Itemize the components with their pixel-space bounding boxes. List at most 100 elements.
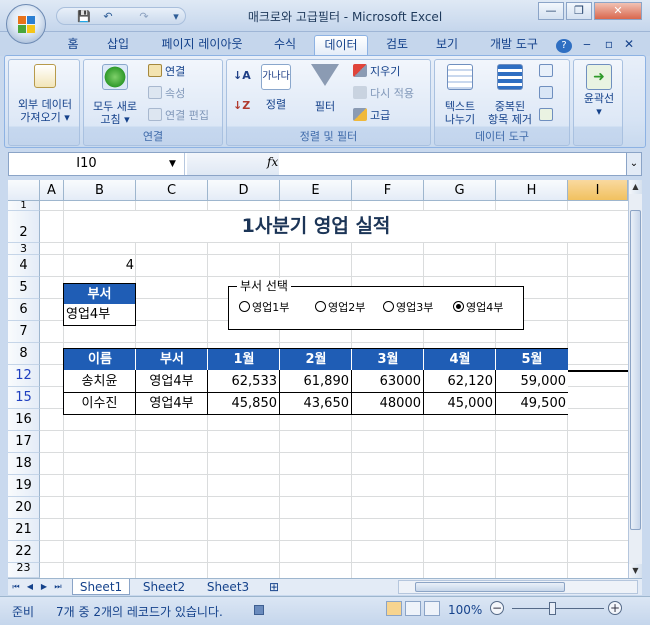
- get-external-data-button[interactable]: 외부 데이터 가져오기 ▾: [13, 64, 77, 124]
- row-header-12[interactable]: 12: [8, 365, 40, 387]
- prev-sheet-icon[interactable]: ◀: [24, 581, 36, 593]
- zoom-level[interactable]: 100%: [448, 603, 482, 617]
- window-minimize-button[interactable]: —: [538, 2, 564, 20]
- next-sheet-icon[interactable]: ▶: [38, 581, 50, 593]
- sort-descending-button[interactable]: ↓Z: [233, 98, 250, 114]
- outline-button[interactable]: ➜ 윤곽선 ▾: [576, 64, 622, 118]
- row-header-8[interactable]: 8: [8, 343, 40, 365]
- row-header-4[interactable]: 4: [8, 255, 40, 277]
- column-header-f[interactable]: F: [352, 180, 424, 201]
- ribbon-minimize-icon[interactable]: ‒: [580, 35, 594, 56]
- vertical-scrollbar[interactable]: ▲ ▼: [628, 180, 642, 578]
- page-break-view-icon[interactable]: [424, 601, 440, 616]
- option-dept-2[interactable]: 영업2부: [315, 301, 365, 315]
- sheet-tab-sheet1[interactable]: Sheet1: [72, 579, 130, 595]
- sheet-tab-sheet3[interactable]: Sheet3: [198, 579, 258, 595]
- tab-view[interactable]: 보기: [428, 35, 466, 56]
- row-header-16[interactable]: 16: [8, 409, 40, 431]
- column-header-b[interactable]: B: [64, 180, 136, 201]
- row-header-19[interactable]: 19: [8, 475, 40, 497]
- sheet-tab-sheet2[interactable]: Sheet2: [134, 579, 194, 595]
- ribbon-close-icon[interactable]: ✕: [622, 35, 636, 56]
- remove-duplicates-button[interactable]: 중복된 항목 제거: [485, 64, 535, 126]
- macro-record-icon[interactable]: [254, 605, 264, 615]
- office-button[interactable]: [6, 4, 46, 44]
- column-header-h[interactable]: H: [496, 180, 568, 201]
- row-header-20[interactable]: 20: [8, 497, 40, 519]
- tab-home[interactable]: 홈: [60, 35, 86, 56]
- redo-icon[interactable]: ↷: [137, 10, 151, 23]
- row-header-3[interactable]: 3: [8, 243, 40, 255]
- horizontal-scroll-thumb[interactable]: [415, 582, 565, 592]
- properties-button[interactable]: 속성: [148, 86, 185, 102]
- insert-sheet-icon[interactable]: ⊞: [262, 579, 286, 595]
- normal-view-icon[interactable]: [386, 601, 402, 616]
- column-header-e[interactable]: E: [280, 180, 352, 201]
- option-dept-3[interactable]: 영업3부: [383, 301, 433, 315]
- row-header-18[interactable]: 18: [8, 453, 40, 475]
- filter-button[interactable]: 필터: [305, 64, 345, 113]
- tab-insert[interactable]: 삽입: [98, 35, 138, 56]
- row-header-15[interactable]: 15: [8, 387, 40, 409]
- formula-input[interactable]: [283, 153, 633, 175]
- tab-formulas[interactable]: 수식: [266, 35, 304, 56]
- column-header-i[interactable]: I: [568, 180, 628, 201]
- reapply-button[interactable]: 다시 적용: [353, 86, 414, 102]
- scroll-up-icon[interactable]: ▲: [629, 180, 642, 194]
- ribbon-restore-icon[interactable]: ▫: [602, 35, 616, 56]
- connections-button[interactable]: 연결: [148, 64, 185, 80]
- worksheet-grid[interactable]: A B C D E F G H I 1 2 3 4 5 6 7 8 12 15 …: [8, 180, 628, 578]
- tab-page-layout[interactable]: 페이지 레이아웃: [150, 35, 254, 56]
- name-box[interactable]: I10: [9, 153, 185, 175]
- horizontal-scrollbar[interactable]: [398, 580, 638, 594]
- last-sheet-icon[interactable]: ⏭: [52, 581, 64, 593]
- undo-icon[interactable]: ↶: [101, 10, 115, 23]
- tab-data[interactable]: 데이터: [314, 35, 368, 56]
- row-header-2[interactable]: 2: [8, 211, 40, 243]
- column-header-a[interactable]: A: [40, 180, 64, 201]
- vertical-scroll-thumb[interactable]: [630, 210, 641, 530]
- expand-formula-bar-icon[interactable]: ⌄: [626, 152, 642, 176]
- option-dept-1[interactable]: 영업1부: [239, 301, 289, 315]
- name-box-dropdown-icon[interactable]: ▼: [169, 153, 183, 175]
- zoom-slider-track[interactable]: [512, 608, 604, 609]
- clear-filter-button[interactable]: 지우기: [353, 64, 400, 80]
- help-icon[interactable]: ?: [556, 39, 572, 53]
- column-header-d[interactable]: D: [208, 180, 280, 201]
- refresh-all-button[interactable]: 모두 새로 고침 ▾: [86, 64, 144, 126]
- save-icon[interactable]: 💾: [77, 10, 91, 23]
- window-close-button[interactable]: ✕: [594, 2, 642, 20]
- column-header-c[interactable]: C: [136, 180, 208, 201]
- edit-links-button[interactable]: 연결 편집: [148, 108, 209, 124]
- option-dept-4[interactable]: 영업4부: [453, 301, 503, 315]
- advanced-filter-button[interactable]: 고급: [353, 108, 390, 124]
- scroll-down-icon[interactable]: ▼: [629, 564, 642, 578]
- row-header-1[interactable]: 1: [8, 201, 40, 211]
- row-header-7[interactable]: 7: [8, 321, 40, 343]
- customize-qat-icon[interactable]: ▾: [169, 10, 183, 23]
- table-header-may: 5월: [496, 349, 568, 370]
- select-all-corner[interactable]: [8, 180, 40, 201]
- tab-review[interactable]: 검토: [378, 35, 416, 56]
- row-header-6[interactable]: 6: [8, 299, 40, 321]
- page-layout-view-icon[interactable]: [405, 601, 421, 616]
- first-sheet-icon[interactable]: ⏮: [10, 581, 22, 593]
- tab-developer[interactable]: 개발 도구: [478, 35, 550, 56]
- row-header-17[interactable]: 17: [8, 431, 40, 453]
- row-header-21[interactable]: 21: [8, 519, 40, 541]
- insert-function-icon[interactable]: fx: [267, 155, 278, 169]
- what-if-analysis-button[interactable]: [539, 108, 556, 124]
- column-header-g[interactable]: G: [424, 180, 496, 201]
- text-to-columns-button[interactable]: 텍스트 나누기: [437, 64, 483, 126]
- window-restore-button[interactable]: ❐: [566, 2, 592, 20]
- row-header-23[interactable]: 23: [8, 562, 40, 578]
- zoom-in-icon[interactable]: +: [608, 601, 622, 615]
- zoom-out-icon[interactable]: −: [490, 601, 504, 615]
- row-header-5[interactable]: 5: [8, 277, 40, 299]
- zoom-slider-thumb[interactable]: [549, 602, 556, 615]
- data-validation-button[interactable]: [539, 64, 556, 80]
- consolidate-button[interactable]: [539, 86, 556, 102]
- sort-ascending-button[interactable]: ↓A: [233, 68, 251, 84]
- row-header-22[interactable]: 22: [8, 541, 40, 563]
- sort-button[interactable]: 가나다 정렬: [257, 64, 295, 111]
